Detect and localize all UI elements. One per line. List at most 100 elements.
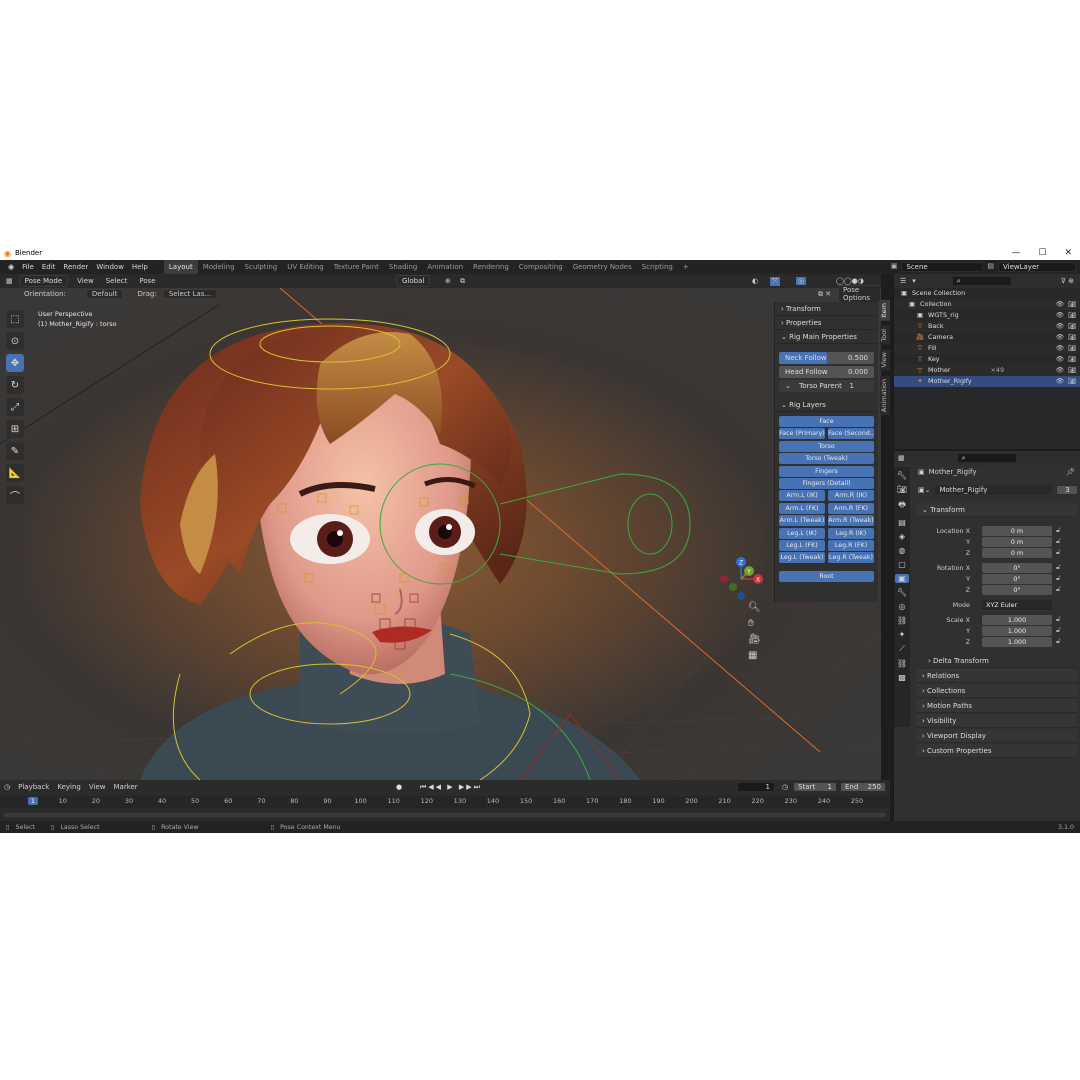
properties-section-header[interactable]: › Collections <box>916 684 1077 698</box>
lock-icon[interactable]: 🔓︎ <box>1056 526 1061 535</box>
bone-roll-tool-icon[interactable]: ⌒ <box>6 486 24 504</box>
tab-scripting[interactable]: Scripting <box>637 260 678 274</box>
snap-icon[interactable]: ⧉ <box>460 277 465 286</box>
render-camera-icon[interactable]: 📷︎ <box>1068 321 1076 332</box>
value-field[interactable]: 0 m <box>982 526 1052 536</box>
constraints-tab-icon[interactable]: ⛓︎ <box>897 616 907 625</box>
texture-tab-icon[interactable]: ▩ <box>898 673 906 682</box>
value-field[interactable]: 1.000 <box>982 637 1052 647</box>
timeline-scrollbar[interactable] <box>4 813 886 817</box>
scene-tab-icon[interactable]: ◈ <box>899 532 905 541</box>
properties-editor-icon[interactable]: ▦ <box>898 454 905 462</box>
maximize-button[interactable]: ☐ <box>1038 246 1046 260</box>
panel-properties-header[interactable]: › Properties <box>775 316 878 330</box>
panel-rig-main-header[interactable]: ⌄ Rig Main Properties <box>775 330 878 344</box>
visibility-toggles[interactable]: 👁︎ 📷︎ <box>1056 332 1076 343</box>
bone-tab-icon[interactable]: ⟋ <box>899 644 905 654</box>
value-field[interactable]: 0° <box>982 574 1052 584</box>
rig-layer-button[interactable]: Leg.L (IK) <box>779 527 825 539</box>
properties-search-input[interactable]: ⌕ <box>956 453 1017 463</box>
render-camera-icon[interactable]: 📷︎ <box>1068 376 1076 387</box>
rig-layer-button[interactable]: Face (Second... <box>828 428 874 440</box>
rotation-mode-select[interactable]: XYZ Euler <box>982 600 1052 610</box>
panel-rig-layers-header[interactable]: ⌄ Rig Layers <box>775 398 878 412</box>
timeline-ruler[interactable]: 1 10 20 30 40 50 60 70 80 90 100 110 120 130 140 150 160… <box>0 796 890 808</box>
world-tab-icon[interactable]: ◍ <box>899 546 906 555</box>
render-camera-icon[interactable]: 📷︎ <box>1068 365 1076 376</box>
eye-icon[interactable]: 👁︎ <box>1056 321 1064 332</box>
outliner-row[interactable]: ▽ Mother ×49 👁︎ 📷︎ <box>894 365 1080 376</box>
torso-parent-field[interactable]: ⌄ Torso Parent 1 <box>779 380 874 392</box>
ortho-grid-icon[interactable]: ▦ <box>748 650 761 661</box>
visibility-toggles[interactable]: 👁︎ 📷︎ <box>1056 354 1076 365</box>
3d-viewport[interactable]: ▦ Pose Mode View Select Pose Global ⊕ ⧉ … <box>0 274 881 780</box>
gizmo-toggle-icon[interactable]: ⤧ <box>770 276 780 286</box>
outliner-row[interactable]: 💡︎ Key 👁︎ 📷︎ <box>894 354 1080 365</box>
menu-file[interactable]: File <box>18 260 38 274</box>
lock-icon[interactable]: 🔓︎ <box>1056 637 1061 646</box>
tab-animation[interactable]: Animation <box>422 260 468 274</box>
tab-rendering[interactable]: Rendering <box>468 260 514 274</box>
filter-icon[interactable]: ⊽ ⊕ <box>1061 277 1074 285</box>
playhead-frame[interactable]: 1 <box>27 797 39 805</box>
visibility-toggles[interactable]: 👁︎ 📷︎ <box>1056 365 1076 376</box>
outliner-row[interactable]: ▣ Collection 👁︎ 📷︎ <box>894 299 1080 310</box>
rig-layer-button[interactable]: Leg.L (FK) <box>779 539 825 551</box>
menu-marker[interactable]: Marker <box>113 783 137 791</box>
rig-layer-button[interactable]: Face <box>779 416 874 427</box>
rig-layer-button[interactable]: Leg.R (IK) <box>828 527 874 539</box>
menu-render[interactable]: Render <box>59 260 92 274</box>
timeline-editor-icon[interactable]: ◷ <box>4 783 10 791</box>
record-icon[interactable]: ● <box>396 783 402 791</box>
tab-layout[interactable]: Layout <box>163 260 198 274</box>
transform-section-header[interactable]: ⌄ Transform <box>916 503 1077 517</box>
pan-hand-icon[interactable]: ✋︎ <box>748 618 761 629</box>
rig-layer-button[interactable]: Leg.R (Tweak) <box>828 552 874 564</box>
rig-layer-button[interactable]: Fingers (Detail) <box>779 477 874 489</box>
rig-layer-button[interactable]: Face (Primary) <box>779 428 825 440</box>
lock-icon[interactable]: 🔓︎ <box>1056 548 1061 557</box>
render-camera-icon[interactable]: 📷︎ <box>1068 332 1076 343</box>
current-frame-field[interactable]: 1 <box>737 782 775 792</box>
menu-pose[interactable]: Pose <box>136 277 158 285</box>
transform-tool-icon[interactable]: ⊞ <box>6 420 24 438</box>
visibility-toggles[interactable]: 👁︎ 📷︎ <box>1056 321 1076 332</box>
render-camera-icon[interactable]: 📷︎ <box>1068 299 1076 310</box>
tab-uv-editing[interactable]: UV Editing <box>282 260 329 274</box>
eye-icon[interactable]: 👁︎ <box>1056 310 1064 321</box>
modifier-tab-icon[interactable]: 🔧︎ <box>897 588 907 597</box>
value-field[interactable]: 1.000 <box>982 615 1052 625</box>
value-field[interactable]: 0° <box>982 563 1052 573</box>
panel-transform-header[interactable]: › Transform <box>775 302 878 316</box>
menu-playback[interactable]: Playback <box>18 783 49 791</box>
transform-orientation-select[interactable]: Global <box>396 275 431 287</box>
eye-icon[interactable]: 👁︎ <box>1056 299 1064 310</box>
eye-icon[interactable]: 👁︎ <box>1056 343 1064 354</box>
menu-select[interactable]: Select <box>103 277 131 285</box>
value-field[interactable]: 0 m <box>982 548 1052 558</box>
armature-data-tab-icon[interactable]: ✦ <box>899 630 906 639</box>
camera-view-icon[interactable]: 🎥︎ <box>748 634 761 645</box>
properties-section-header[interactable]: › Custom Properties <box>916 744 1077 758</box>
tab-animation[interactable]: Animation <box>880 375 890 416</box>
lock-icon[interactable]: 🔓︎ <box>1056 563 1061 572</box>
eye-icon[interactable]: 👁︎ <box>1056 365 1064 376</box>
lock-icon[interactable]: 🔓︎ <box>1056 615 1061 624</box>
mode-select[interactable]: Pose Mode <box>18 275 69 287</box>
pin-icon[interactable]: ⧉ ✕ <box>818 290 831 299</box>
value-field[interactable]: 0 m <box>982 537 1052 547</box>
pivot-icon[interactable]: ⊕ <box>445 277 451 285</box>
rig-layer-button[interactable]: Torso <box>779 440 874 452</box>
pin-icon[interactable]: 📌︎ <box>1066 468 1075 476</box>
users-count[interactable]: 3 <box>1056 485 1079 495</box>
lock-icon[interactable]: 🔓︎ <box>1056 537 1061 546</box>
tab-sculpting[interactable]: Sculpting <box>240 260 283 274</box>
lock-icon[interactable]: 🔓︎ <box>1056 626 1061 635</box>
head-follow-slider[interactable]: Head Follow 0.000 <box>779 366 874 378</box>
drag-select[interactable]: Select Las... <box>162 289 218 299</box>
annotate-tool-icon[interactable]: ✎ <box>6 442 24 460</box>
select-box-tool-icon[interactable]: ⬚ <box>6 310 24 328</box>
rig-layer-button[interactable]: Arm.L (Tweak) <box>779 515 825 527</box>
rig-layer-button[interactable]: Arm.L (IK) <box>779 490 825 502</box>
tab-modeling[interactable]: Modeling <box>198 260 240 274</box>
